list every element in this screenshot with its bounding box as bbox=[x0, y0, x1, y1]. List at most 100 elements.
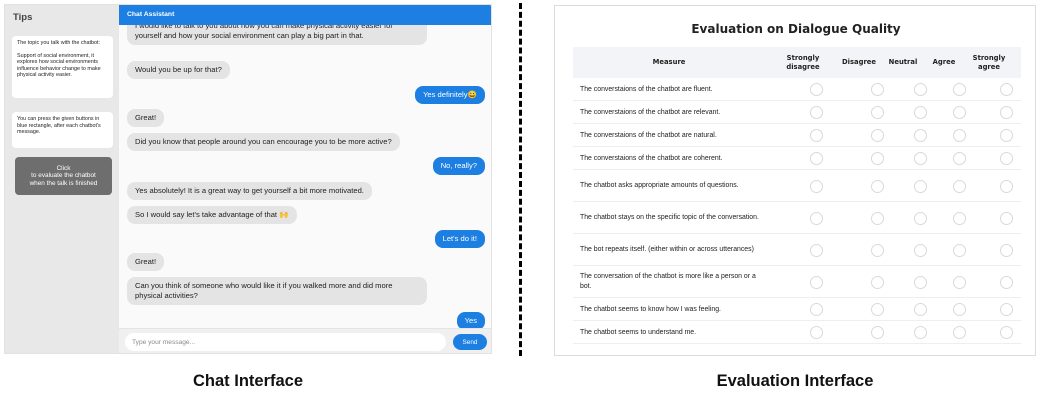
radio-disagree[interactable] bbox=[870, 326, 884, 339]
measure-label: The chatbot asks appropriate amounts of … bbox=[580, 182, 739, 189]
evaluation-title: Evaluation on Dialogue Quality bbox=[691, 22, 901, 36]
column-header-agree: Agree bbox=[932, 58, 956, 67]
user-reply-button[interactable]: Yes bbox=[456, 312, 485, 328]
radio-strongly-disagree[interactable] bbox=[809, 326, 823, 339]
column-header-neutral: Neutral bbox=[888, 58, 918, 67]
radio-strongly-agree[interactable] bbox=[999, 179, 1013, 193]
radio-strongly-agree[interactable] bbox=[999, 243, 1013, 257]
tip-card-buttons: You can press the given buttons in blue … bbox=[12, 112, 113, 148]
message-input[interactable] bbox=[125, 333, 446, 351]
radio-neutral[interactable] bbox=[913, 179, 927, 193]
radio-neutral[interactable] bbox=[913, 326, 927, 339]
radio-strongly-disagree[interactable] bbox=[809, 243, 823, 257]
measure-label: The chatbot seems to understand me. bbox=[580, 328, 697, 336]
message-list[interactable]: I would like to talk to you about how yo… bbox=[119, 25, 491, 328]
radio-neutral[interactable] bbox=[913, 243, 927, 257]
column-header-measure: Measure bbox=[652, 58, 686, 67]
radio-strongly-disagree[interactable] bbox=[809, 106, 823, 119]
chat-interface: Tips The topic you talk with the chatbot… bbox=[4, 4, 492, 354]
radio-strongly-disagree[interactable] bbox=[809, 83, 823, 96]
radio-neutral[interactable] bbox=[913, 211, 927, 225]
radio-agree[interactable] bbox=[952, 326, 966, 339]
radio-agree[interactable] bbox=[952, 211, 966, 225]
measure-label: The converstaions of the chatbot are nat… bbox=[580, 131, 717, 139]
user-reply-button[interactable]: No, really? bbox=[432, 157, 485, 175]
rating-row: The converstaions of the chatbot are flu… bbox=[573, 78, 1021, 101]
radio-strongly-disagree[interactable] bbox=[809, 211, 823, 225]
rating-row: The chatbot stays on the specific topic … bbox=[573, 202, 1021, 234]
evaluation-interface: Evaluation on Dialogue Quality Measure S… bbox=[554, 5, 1036, 356]
rating-row: The chatbot seems to know how I was feel… bbox=[573, 298, 1021, 321]
column-header-strongly-disagree: Strongly disagree bbox=[786, 54, 820, 71]
measure-label: The converstaions of the chatbot are coh… bbox=[580, 154, 723, 162]
dashed-divider bbox=[519, 3, 522, 356]
radio-agree[interactable] bbox=[952, 303, 966, 316]
radio-agree[interactable] bbox=[952, 275, 966, 289]
radio-disagree[interactable] bbox=[870, 106, 884, 119]
radio-neutral[interactable] bbox=[913, 275, 927, 289]
measure-label: The conversation of the chatbot is more … bbox=[580, 273, 756, 290]
radio-neutral[interactable] bbox=[913, 303, 927, 316]
radio-agree[interactable] bbox=[952, 83, 966, 96]
radio-disagree[interactable] bbox=[870, 303, 884, 316]
radio-strongly-disagree[interactable] bbox=[809, 303, 823, 316]
tips-title: Tips bbox=[13, 12, 33, 23]
radio-strongly-disagree[interactable] bbox=[809, 129, 823, 142]
evaluate-chatbot-button[interactable]: Click to evaluate the chatbot when the t… bbox=[15, 157, 112, 195]
radio-strongly-agree[interactable] bbox=[999, 152, 1013, 165]
evaluation-interface-caption: Evaluation Interface bbox=[716, 372, 874, 390]
radio-disagree[interactable] bbox=[870, 129, 884, 142]
rating-row: The conversation of the chatbot is more … bbox=[573, 266, 1021, 298]
rating-row: The bot repeats itself. (either within o… bbox=[573, 234, 1021, 266]
radio-neutral[interactable] bbox=[913, 152, 927, 165]
bot-message: I would like to talk to you about how yo… bbox=[127, 25, 427, 45]
radio-agree[interactable] bbox=[952, 243, 966, 257]
radio-agree[interactable] bbox=[952, 152, 966, 165]
radio-neutral[interactable] bbox=[913, 129, 927, 142]
radio-agree[interactable] bbox=[952, 106, 966, 119]
chat-header-title: Chat Assistant bbox=[119, 5, 491, 25]
radio-disagree[interactable] bbox=[870, 83, 884, 96]
radio-strongly-disagree[interactable] bbox=[809, 179, 823, 193]
radio-strongly-agree[interactable] bbox=[999, 129, 1013, 142]
radio-strongly-agree[interactable] bbox=[999, 326, 1013, 339]
column-header-disagree: Disagree bbox=[841, 58, 877, 67]
message-input-row: Send bbox=[119, 328, 491, 353]
bot-message: Would you be up for that? bbox=[127, 61, 230, 79]
bot-message: Great! bbox=[127, 253, 165, 271]
radio-neutral[interactable] bbox=[913, 106, 927, 119]
bot-message: Yes absolutely! It is a great way to get… bbox=[127, 182, 372, 200]
radio-neutral[interactable] bbox=[913, 83, 927, 96]
radio-agree[interactable] bbox=[952, 129, 966, 142]
radio-agree[interactable] bbox=[952, 179, 966, 193]
radio-strongly-agree[interactable] bbox=[999, 83, 1013, 96]
radio-disagree[interactable] bbox=[870, 152, 884, 165]
radio-disagree[interactable] bbox=[870, 275, 884, 289]
rating-row: The chatbot seems to understand me. bbox=[573, 321, 1021, 344]
measure-label: The chatbot seems to know how I was feel… bbox=[580, 305, 721, 313]
tip-text: You can press the given buttons in blue … bbox=[17, 116, 101, 136]
bot-message: So I would say let's take advantage of t… bbox=[127, 206, 297, 224]
table-header: Measure Strongly disagree Disagree Neutr… bbox=[573, 47, 1021, 78]
chat-interface-caption: Chat Interface bbox=[192, 372, 304, 390]
rating-row: The converstaions of the chatbot are nat… bbox=[573, 124, 1021, 147]
rating-row: The converstaions of the chatbot are rel… bbox=[573, 101, 1021, 124]
measure-label: The chatbot stays on the specific topic … bbox=[580, 214, 759, 221]
send-button[interactable]: Send bbox=[453, 334, 487, 350]
user-reply-button[interactable]: Let's do it! bbox=[434, 230, 485, 248]
radio-strongly-disagree[interactable] bbox=[809, 275, 823, 289]
radio-disagree[interactable] bbox=[870, 243, 884, 257]
column-header-strongly-agree: Strongly agree bbox=[972, 54, 1006, 71]
tips-sidebar: Tips The topic you talk with the chatbot… bbox=[5, 5, 119, 353]
user-reply-button[interactable]: Yes definitely😀 bbox=[415, 86, 485, 104]
radio-strongly-agree[interactable] bbox=[999, 211, 1013, 225]
radio-strongly-agree[interactable] bbox=[999, 303, 1013, 316]
radio-strongly-agree[interactable] bbox=[999, 275, 1013, 289]
radio-strongly-agree[interactable] bbox=[999, 106, 1013, 119]
radio-disagree[interactable] bbox=[870, 211, 884, 225]
bot-message: Did you know that people around you can … bbox=[127, 133, 400, 151]
bot-message: Can you think of someone who would like … bbox=[127, 277, 427, 305]
radio-disagree[interactable] bbox=[870, 179, 884, 193]
rating-row: The converstaions of the chatbot are coh… bbox=[573, 147, 1021, 170]
radio-strongly-disagree[interactable] bbox=[809, 152, 823, 165]
